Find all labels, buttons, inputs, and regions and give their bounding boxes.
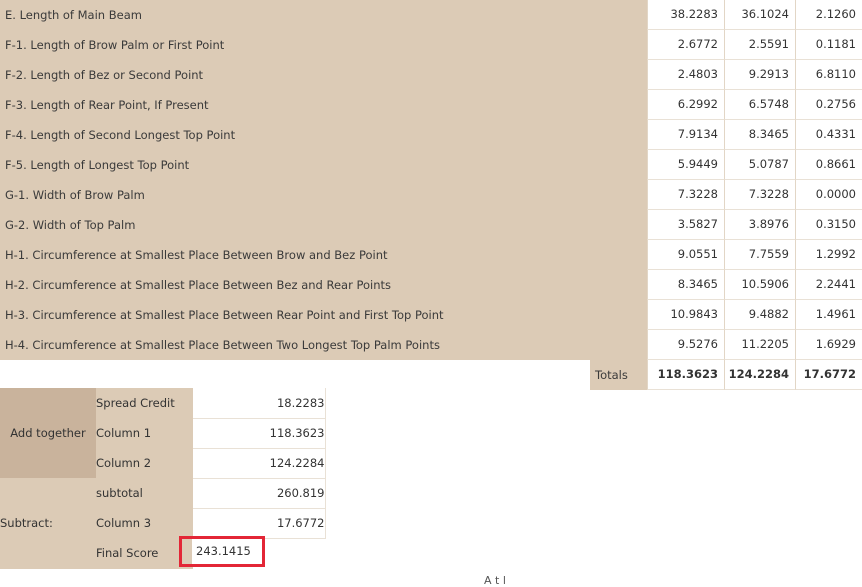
column2-value: 124.2284 xyxy=(193,448,326,479)
column3-cell: 1.6929 xyxy=(795,330,862,360)
column1-cell: 5.9449 xyxy=(647,150,724,180)
column1-cell: 2.6772 xyxy=(647,30,724,60)
column1-cell: 2.4803 xyxy=(647,60,724,90)
column3-cell: 0.2756 xyxy=(795,90,862,120)
column3-label: Column 3 xyxy=(96,508,193,538)
measurement-row: F-4. Length of Second Longest Top Point 7… xyxy=(0,120,862,150)
measurement-label: F-4. Length of Second Longest Top Point xyxy=(0,120,590,150)
blank-cell xyxy=(0,538,96,569)
measurement-label: H-4. Circumference at Smallest Place Bet… xyxy=(0,330,590,360)
column3-cell: 6.8110 xyxy=(795,60,862,90)
measurement-row: F-1. Length of Brow Palm or First Point 2… xyxy=(0,30,862,60)
measurement-label: E. Length of Main Beam xyxy=(0,0,590,30)
blank-cell xyxy=(590,270,647,300)
column1-cell: 6.2992 xyxy=(647,90,724,120)
totals-label: Totals xyxy=(590,360,647,390)
measurement-label: F-3. Length of Rear Point, If Present xyxy=(0,90,590,120)
column1-cell: 38.2283 xyxy=(647,0,724,30)
column3-value: 17.6772 xyxy=(193,508,326,539)
blank-cell xyxy=(590,150,647,180)
column2-cell: 3.8976 xyxy=(724,210,795,240)
column3-cell: 0.8661 xyxy=(795,150,862,180)
measurement-row: F-5. Length of Longest Top Point 5.9449 5.… xyxy=(0,150,862,180)
blank-cell xyxy=(590,240,647,270)
column1-label: Column 1 xyxy=(96,418,193,448)
measurement-label: F-1. Length of Brow Palm or First Point xyxy=(0,30,590,60)
final-score-field[interactable]: 243.1415 xyxy=(179,535,265,567)
total-column2: 124.2284 xyxy=(724,360,795,390)
column3-cell: 2.1260 xyxy=(795,0,862,30)
column3-cell: 0.1181 xyxy=(795,30,862,60)
footer-cut-text: A t l xyxy=(484,574,506,587)
blank-cell xyxy=(0,478,96,508)
spread-credit-value: 18.2283 xyxy=(193,388,326,419)
measurement-label: G-1. Width of Brow Palm xyxy=(0,180,590,210)
field-edge xyxy=(182,538,192,564)
subtract-label: Subtract: xyxy=(0,508,96,538)
blank-cell xyxy=(590,300,647,330)
blank-cell xyxy=(0,360,590,390)
column3-cell: 0.4331 xyxy=(795,120,862,150)
column2-cell: 10.5906 xyxy=(724,270,795,300)
blank-cell xyxy=(590,0,647,30)
total-column1: 118.3623 xyxy=(647,360,724,390)
blank-cell xyxy=(590,60,647,90)
subtotal-value: 260.819 xyxy=(193,478,326,509)
measurement-row: H-3. Circumference at Smallest Place Bet… xyxy=(0,300,862,330)
column2-cell: 9.4882 xyxy=(724,300,795,330)
column1-cell: 9.0551 xyxy=(647,240,724,270)
column3-cell: 2.2441 xyxy=(795,270,862,300)
measurement-row: F-3. Length of Rear Point, If Present 6.2… xyxy=(0,90,862,120)
total-column3: 17.6772 xyxy=(795,360,862,390)
measurement-row: E. Length of Main Beam 38.2283 36.1024 2.12… xyxy=(0,0,862,30)
column3-cell: 1.2992 xyxy=(795,240,862,270)
totals-row: Totals 118.3623 124.2284 17.6772 xyxy=(0,360,862,390)
column2-cell: 2.5591 xyxy=(724,30,795,60)
column2-cell: 8.3465 xyxy=(724,120,795,150)
measurement-label: H-3. Circumference at Smallest Place Bet… xyxy=(0,300,590,330)
column1-cell: 9.5276 xyxy=(647,330,724,360)
blank-cell xyxy=(590,120,647,150)
add-together-label: Add together xyxy=(0,388,96,478)
column3-cell: 1.4961 xyxy=(795,300,862,330)
blank-cell xyxy=(590,180,647,210)
column2-cell: 9.2913 xyxy=(724,60,795,90)
blank-cell xyxy=(590,30,647,60)
measurement-row: H-4. Circumference at Smallest Place Bet… xyxy=(0,330,862,360)
column1-value: 118.3623 xyxy=(193,418,326,449)
column1-cell: 7.3228 xyxy=(647,180,724,210)
column1-cell: 7.9134 xyxy=(647,120,724,150)
measurement-label: H-1. Circumference at Smallest Place Bet… xyxy=(0,240,590,270)
column2-label: Column 2 xyxy=(96,448,193,478)
column2-cell: 36.1024 xyxy=(724,0,795,30)
column3-cell: 0.0000 xyxy=(795,180,862,210)
column2-cell: 7.3228 xyxy=(724,180,795,210)
column1-cell: 8.3465 xyxy=(647,270,724,300)
measurement-row: G-1. Width of Brow Palm 7.3228 7.3228 0.000… xyxy=(0,180,862,210)
measurement-row: G-2. Width of Top Palm 3.5827 3.8976 0.3150 xyxy=(0,210,862,240)
column2-cell: 6.5748 xyxy=(724,90,795,120)
blank-cell xyxy=(590,330,647,360)
column1-cell: 3.5827 xyxy=(647,210,724,240)
measurement-row: F-2. Length of Bez or Second Point 2.4803… xyxy=(0,60,862,90)
measurements-table: E. Length of Main Beam 38.2283 36.1024 2.12… xyxy=(0,0,862,390)
final-score-value: 243.1415 xyxy=(196,544,251,558)
column2-cell: 11.2205 xyxy=(724,330,795,360)
measurement-label: F-2. Length of Bez or Second Point xyxy=(0,60,590,90)
column3-cell: 0.3150 xyxy=(795,210,862,240)
measurement-label: G-2. Width of Top Palm xyxy=(0,210,590,240)
column2-cell: 7.7559 xyxy=(724,240,795,270)
measurement-label: F-5. Length of Longest Top Point xyxy=(0,150,590,180)
column1-cell: 10.9843 xyxy=(647,300,724,330)
subtotal-label: subtotal xyxy=(96,478,193,508)
blank-cell xyxy=(590,210,647,240)
measurement-label: H-2. Circumference at Smallest Place Bet… xyxy=(0,270,590,300)
final-score-cell: 243.1415 xyxy=(179,535,325,569)
measurement-row: H-1. Circumference at Smallest Place Bet… xyxy=(0,240,862,270)
measurement-row: H-2. Circumference at Smallest Place Bet… xyxy=(0,270,862,300)
spread-credit-label: Spread Credit xyxy=(96,388,193,418)
score-calculation: Add together Spread Credit 18.2283 Colum… xyxy=(0,388,326,569)
column2-cell: 5.0787 xyxy=(724,150,795,180)
blank-cell xyxy=(590,90,647,120)
